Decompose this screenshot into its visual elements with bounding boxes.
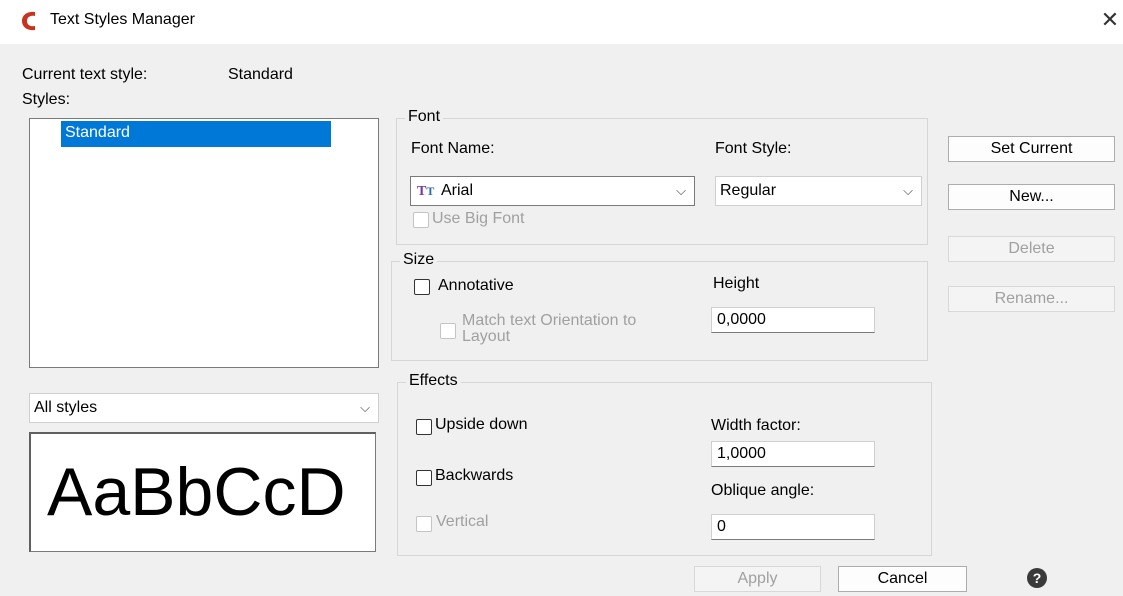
vertical-label: Vertical <box>436 513 489 530</box>
height-label: Height <box>713 275 760 292</box>
font-name-label: Font Name: <box>411 140 495 157</box>
backwards-checkbox[interactable] <box>416 470 432 486</box>
font-name-value: Arial <box>441 182 474 199</box>
effects-group-label: Effects <box>406 372 461 390</box>
current-style-value: Standard <box>228 66 293 83</box>
preview-sample: AaBbCcD <box>47 454 346 530</box>
match-orientation-checkbox[interactable] <box>440 323 456 339</box>
font-name-select[interactable]: TT Arial ⌵ <box>410 176 695 206</box>
window-title: Text Styles Manager <box>50 11 195 28</box>
current-style-label: Current text style: <box>22 66 148 83</box>
match-orientation-label: Match text Orientation to Layout <box>462 313 636 345</box>
styles-filter-value: All styles <box>34 399 98 416</box>
chevron-down-icon: ⌵ <box>903 183 913 198</box>
help-icon[interactable]: ? <box>1027 568 1047 588</box>
chevron-down-icon: ⌵ <box>676 183 686 198</box>
use-big-font-label: Use Big Font <box>432 210 525 227</box>
new-button[interactable]: New... <box>948 184 1115 210</box>
list-item[interactable]: Standard <box>61 121 331 147</box>
cancel-button[interactable]: Cancel <box>838 566 967 592</box>
match-orientation-label-line2: Layout <box>462 328 511 345</box>
styles-filter-select[interactable]: All styles ⌵ <box>29 393 379 423</box>
chevron-down-icon: ⌵ <box>360 400 370 415</box>
truetype-font-icon: TT <box>417 184 435 199</box>
annotative-label: Annotative <box>438 277 514 294</box>
apply-button[interactable]: Apply <box>694 566 821 592</box>
styles-label: Styles: <box>22 91 71 108</box>
font-style-select[interactable]: Regular ⌵ <box>715 176 922 206</box>
preview-panel: AaBbCcD <box>29 432 376 552</box>
width-factor-field[interactable]: 1,0000 <box>711 441 875 467</box>
styles-listbox[interactable]: Standard <box>29 118 379 368</box>
oblique-angle-field[interactable]: 0 <box>711 514 875 540</box>
delete-button[interactable]: Delete <box>948 236 1115 262</box>
upside-down-label: Upside down <box>435 416 528 433</box>
annotative-checkbox[interactable] <box>414 279 430 295</box>
font-group-label: Font <box>405 108 444 126</box>
oblique-angle-label: Oblique angle: <box>711 482 815 499</box>
height-field[interactable]: 0,0000 <box>711 307 875 333</box>
backwards-label: Backwards <box>435 467 514 484</box>
upside-down-checkbox[interactable] <box>416 419 432 435</box>
close-icon[interactable]: ✕ <box>1096 6 1123 34</box>
vertical-checkbox[interactable] <box>416 516 432 532</box>
title-bar: Text Styles Manager ✕ <box>0 0 1123 44</box>
font-style-label: Font Style: <box>715 140 792 157</box>
set-current-button[interactable]: Set Current <box>948 136 1115 162</box>
match-orientation-label-line1: Match text Orientation to <box>462 312 637 329</box>
rename-button[interactable]: Rename... <box>948 286 1115 312</box>
width-factor-label: Width factor: <box>711 417 801 434</box>
use-big-font-checkbox[interactable] <box>413 212 429 228</box>
size-group-label: Size <box>400 251 438 269</box>
app-logo-icon <box>22 11 35 31</box>
font-style-value: Regular <box>720 182 777 199</box>
